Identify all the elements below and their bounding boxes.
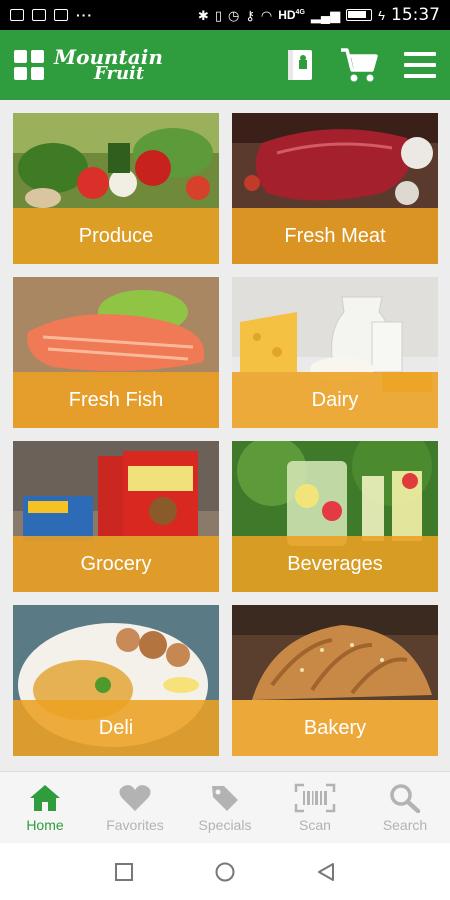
category-label: Beverages xyxy=(287,552,383,575)
category-label-band: Dairy xyxy=(232,372,438,428)
category-label: Fresh Meat xyxy=(284,224,386,247)
category-label: Deli xyxy=(98,716,134,739)
calendar-notification-icon xyxy=(10,9,24,21)
apps-grid-icon[interactable] xyxy=(14,50,44,80)
square-icon xyxy=(115,862,133,881)
category-label-band: Bakery xyxy=(232,700,438,756)
category-tile-deli[interactable]: Deli xyxy=(13,605,219,756)
back-button[interactable] xyxy=(316,862,336,882)
key-icon: ⚷ xyxy=(245,7,255,23)
alarm-icon: ◷ xyxy=(227,7,240,23)
bottom-nav: Home Favorites Specials Scan Search xyxy=(0,771,450,843)
status-bar: ··· ✱ ▯ ◷ ⚷ ◠ HD4G ▂▄▆ ϟ 15:37 xyxy=(0,0,450,30)
category-label-band: Deli xyxy=(13,700,219,756)
menu-button[interactable] xyxy=(404,51,436,79)
category-label-band: Fresh Fish xyxy=(13,372,219,428)
back-triangle-icon xyxy=(318,862,334,881)
nav-scan[interactable]: Scan xyxy=(270,772,360,843)
image-notification-icon xyxy=(32,9,46,21)
category-tile-fresh-fish[interactable]: Fresh Fish xyxy=(13,277,219,428)
nav-specials[interactable]: Specials xyxy=(180,772,270,843)
barcode-scan-icon xyxy=(294,783,336,812)
mountain-fruit-logo[interactable]: Mountain Fruit xyxy=(54,46,163,83)
system-nav-bar xyxy=(0,843,450,900)
nav-label: Favorites xyxy=(106,816,164,833)
charging-icon: ϟ xyxy=(378,7,385,23)
category-tile-produce[interactable]: Produce xyxy=(13,113,219,264)
notebook-icon xyxy=(288,50,312,80)
tag-icon xyxy=(212,785,238,811)
circle-icon xyxy=(215,862,235,881)
nav-search[interactable]: Search xyxy=(360,772,450,843)
nav-label: Home xyxy=(26,816,64,833)
nav-label: Specials xyxy=(198,816,252,833)
wifi-icon: ◠ xyxy=(260,7,273,23)
category-tile-fresh-meat[interactable]: Fresh Meat xyxy=(232,113,438,264)
clock: 15:37 xyxy=(391,5,440,25)
nav-label: Search xyxy=(382,816,428,833)
category-label-band: Beverages xyxy=(232,536,438,592)
app-header: Mountain Fruit xyxy=(0,30,450,100)
category-label: Fresh Fish xyxy=(68,388,164,411)
magnifier-icon xyxy=(390,783,421,813)
category-label: Dairy xyxy=(311,388,359,411)
vibrate-icon: ▯ xyxy=(214,7,222,23)
more-notifications-icon: ··· xyxy=(76,7,93,23)
category-tile-bakery[interactable]: Bakery xyxy=(232,605,438,756)
home-icon xyxy=(30,784,60,811)
signal-icon: ▂▄▆ xyxy=(310,7,341,23)
category-grid: Produce Fresh Meat Fresh Fish Dairy Groc… xyxy=(13,113,438,756)
category-tile-grocery[interactable]: Grocery xyxy=(13,441,219,592)
home-system-button[interactable] xyxy=(214,861,236,883)
shopping-cart-icon xyxy=(341,48,378,82)
category-label-band: Fresh Meat xyxy=(232,208,438,264)
category-label: Bakery xyxy=(303,716,367,739)
category-label-band: Grocery xyxy=(13,536,219,592)
network-type: HD4G xyxy=(278,8,305,22)
battery-icon xyxy=(346,9,373,21)
nav-label: Scan xyxy=(299,816,331,833)
category-label: Produce xyxy=(78,224,154,247)
nav-favorites[interactable]: Favorites xyxy=(90,772,180,843)
recent-apps-button[interactable] xyxy=(114,862,134,882)
shopping-list-button[interactable] xyxy=(286,48,314,82)
mail-notification-icon xyxy=(54,9,68,21)
heart-icon xyxy=(119,784,151,811)
category-label: Grocery xyxy=(80,552,152,575)
bluetooth-icon: ✱ xyxy=(197,7,209,23)
category-tile-dairy[interactable]: Dairy xyxy=(232,277,438,428)
hamburger-menu-icon xyxy=(404,52,436,78)
category-tile-beverages[interactable]: Beverages xyxy=(232,441,438,592)
cart-button[interactable] xyxy=(340,47,378,83)
category-label-band: Produce xyxy=(13,208,219,264)
nav-home[interactable]: Home xyxy=(0,772,90,843)
